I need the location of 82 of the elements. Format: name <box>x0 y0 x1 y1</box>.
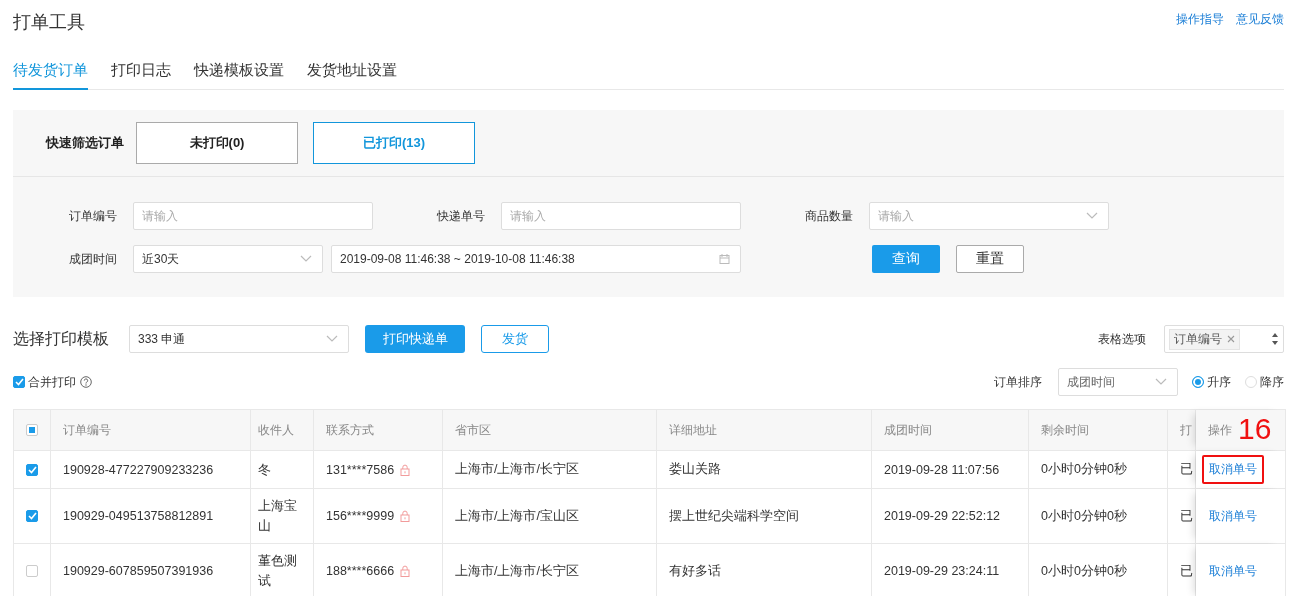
lock-icon[interactable] <box>400 510 411 522</box>
time-preset-select[interactable]: 近30天 <box>133 245 323 273</box>
table-cell: 2019-09-28 11:07:56 <box>884 462 1000 477</box>
column-header: 订单编号 <box>63 421 111 439</box>
cancel-link[interactable]: 取消单号 <box>1202 556 1264 586</box>
template-label: 选择打印模板 <box>13 328 109 349</box>
column-header: 详细地址 <box>669 421 717 439</box>
tab[interactable]: 发货地址设置 <box>307 61 397 90</box>
sort-radio[interactable]: 升序 <box>1192 373 1231 391</box>
table-cell: 已 <box>1180 562 1193 580</box>
table-options-label: 表格选项 <box>1098 330 1146 348</box>
chevron-down-icon <box>1155 378 1167 386</box>
table-cell-text: 上海宝山 <box>258 498 298 535</box>
tracking-number-field[interactable]: 请输入 <box>501 202 741 230</box>
quick-filter-button[interactable]: 未打印(0) <box>136 122 298 164</box>
table-cell: 2019-09-29 22:52:12 <box>884 509 1001 523</box>
table-options-select[interactable]: 订单编号 <box>1164 325 1284 353</box>
header-link[interactable]: 意见反馈 <box>1236 10 1284 28</box>
annotation-number: 16 <box>1238 412 1272 446</box>
help-icon[interactable] <box>80 376 92 388</box>
table-cell: 2019-09-29 23:24:11 <box>884 564 1000 578</box>
close-icon[interactable] <box>1227 335 1235 343</box>
tab[interactable]: 待发货订单 <box>13 61 88 90</box>
tab[interactable]: 打印日志 <box>111 61 171 90</box>
merge-print-checkbox[interactable] <box>13 376 25 388</box>
row-checkbox[interactable] <box>26 565 38 577</box>
column-header: 省市区 <box>455 421 491 439</box>
sort-select[interactable]: 成团时间 <box>1058 368 1178 396</box>
option-tag: 订单编号 <box>1169 328 1240 350</box>
table-cell: 0小时0分钟0秒 <box>1041 562 1127 580</box>
table-cell: 上海市/上海市/长宁区 <box>455 461 579 478</box>
table-cell: 已 <box>1180 461 1193 478</box>
sort-label: 订单排序 <box>994 373 1042 391</box>
order-number-field[interactable]: 请输入 <box>133 202 373 230</box>
chevron-down-icon <box>300 255 312 263</box>
table-cell: 0小时0分钟0秒 <box>1041 461 1127 478</box>
date-range-field[interactable]: 2019-09-08 11:46:38 ~ 2019-10-08 11:46:38 <box>331 245 741 273</box>
table-cell: 娄山关路 <box>669 461 721 478</box>
column-header: 成团时间 <box>884 421 932 439</box>
column-header: 收件人 <box>258 422 294 439</box>
header-link[interactable]: 操作指导 <box>1176 10 1224 28</box>
sort-radio[interactable]: 降序 <box>1245 373 1284 391</box>
select-all-checkbox[interactable] <box>26 424 38 436</box>
column-header: 联系方式 <box>326 421 374 439</box>
quick-filter-label: 快速筛选订单 <box>46 134 124 152</box>
field-label: 快递单号 <box>436 207 486 225</box>
tab[interactable]: 快递模板设置 <box>194 61 284 90</box>
table-cell: 上海市/上海市/宝山区 <box>455 507 579 525</box>
table-cell: 上海市/上海市/长宁区 <box>455 562 579 580</box>
calendar-icon <box>719 254 730 264</box>
lock-icon[interactable] <box>400 463 411 476</box>
field-label: 商品数量 <box>804 207 854 225</box>
field-label: 订单编号 <box>68 207 118 225</box>
table-cell: 190928-477227909233236 <box>63 462 214 477</box>
table-cell: 摆上世纪尖端科学空间 <box>669 507 799 525</box>
row-checkbox[interactable] <box>26 463 38 476</box>
template-select[interactable]: 333 申通 <box>129 325 349 353</box>
table-cell: 190929-049513758812891 <box>63 509 214 523</box>
table-cell: 131****7586 <box>326 462 395 477</box>
cancel-link[interactable]: 取消单号 <box>1202 455 1264 484</box>
spinner-arrows-icon[interactable] <box>1271 331 1279 347</box>
table-cell: 156****9999 <box>326 509 395 523</box>
table-cell: 有好多话 <box>669 562 721 580</box>
merge-print-label: 合并打印 <box>28 373 76 391</box>
page-title: 打单工具 <box>13 11 85 34</box>
lock-icon[interactable] <box>400 565 411 577</box>
table-cell: 188****6666 <box>326 564 395 578</box>
chevron-down-icon <box>1086 212 1098 220</box>
table-cell: 190929-607859507391936 <box>63 564 214 578</box>
table-cell-text: 堇色测试 <box>258 553 298 590</box>
column-header: 剩余时间 <box>1041 421 1089 439</box>
column-header: 打 <box>1180 421 1192 439</box>
cancel-link[interactable]: 取消单号 <box>1202 501 1264 531</box>
column-header: 操作 <box>1208 421 1232 439</box>
table-cell-text: 冬 <box>258 461 271 479</box>
field-label: 成团时间 <box>68 250 118 268</box>
quick-filter-button[interactable]: 已打印(13) <box>313 122 475 164</box>
form-button[interactable]: 重置 <box>956 245 1024 273</box>
chevron-down-icon <box>326 335 338 343</box>
table-cell: 0小时0分钟0秒 <box>1041 507 1127 525</box>
row-checkbox[interactable] <box>26 510 38 522</box>
table-cell: 已 <box>1180 507 1193 525</box>
